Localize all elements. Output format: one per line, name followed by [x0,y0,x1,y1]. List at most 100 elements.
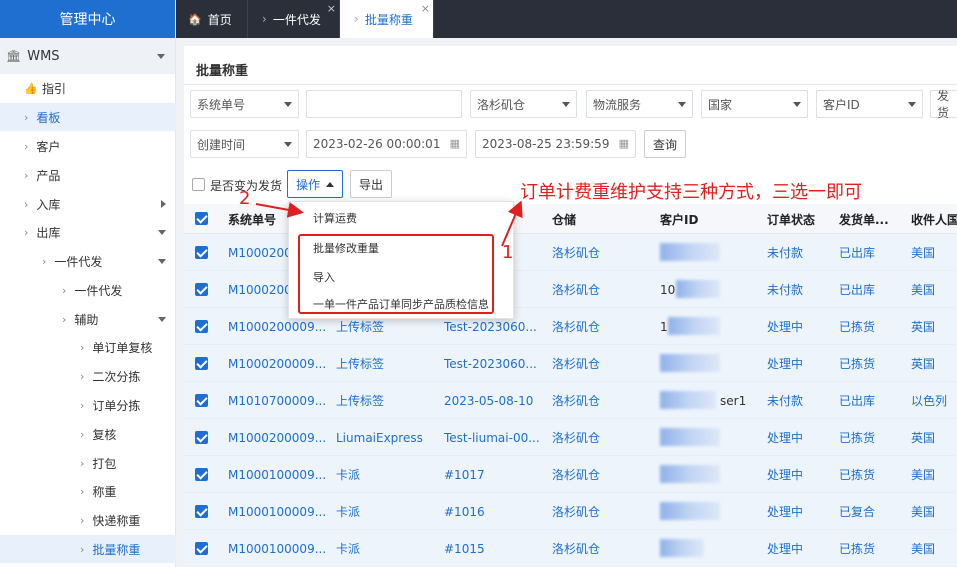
query-button[interactable]: 查询 [644,130,686,158]
cell-sysno[interactable]: M1000200009... [228,345,328,382]
sidebar-item-product[interactable]: › 产品 [0,161,176,189]
cell-receiver-country[interactable]: 美国 [911,234,957,271]
cell-warehouse[interactable]: 洛杉矶仓 [552,234,632,271]
cell-receiver-country[interactable]: 以色列 [911,382,957,419]
col-ship-status[interactable]: 发货单... [839,204,899,234]
cell-order-status[interactable]: 未付款 [767,382,827,419]
logistics-select[interactable]: 物流服务 [586,90,693,118]
cell-receiver-country[interactable]: 英国 [911,308,957,345]
sidebar-item-guide[interactable]: 👍 指引 [0,74,176,102]
operate-button[interactable]: 操作 [287,170,343,198]
cell-ref[interactable]: #1016 [444,493,544,530]
sidebar-item-batch-weigh[interactable]: › 批量称重 [0,535,176,563]
warehouse-select[interactable]: 洛杉矶仓 [470,90,577,118]
cell-warehouse[interactable]: 洛杉矶仓 [552,308,632,345]
row-checkbox[interactable] [195,505,208,518]
time-type-select[interactable]: 创建时间 [190,130,299,158]
col-receiver-country[interactable]: 收件人国家 [911,204,957,234]
table-row[interactable]: M1000200009... 上传标签 Test-2023060... 洛杉矶仓 处理中… [184,345,957,382]
cell-order-status[interactable]: 处理中 [767,419,827,456]
cell-order-status[interactable]: 处理中 [767,493,827,530]
sidebar-section-wms[interactable]: 🏛 WMS [0,38,175,74]
close-icon[interactable]: × [421,2,430,15]
sidebar-item-dropship[interactable]: › 一件代发 [0,276,176,304]
sidebar-item-weigh[interactable]: › 称重 [0,477,176,505]
ship-toggle-checkbox[interactable] [192,178,205,191]
cell-ref[interactable]: Test-liumai-00... [444,419,544,456]
sidebar-item-order-sort[interactable]: › 订单分拣 [0,391,176,419]
table-row[interactable]: M1000100009... 卡派 #1015 洛杉矶仓 处理中 已拣货 美国 [184,530,957,567]
cell-sysno[interactable]: M1000200009... [228,419,328,456]
cell-ship-status[interactable]: 已拣货 [839,530,899,567]
cell-logistics[interactable]: 卡派 [336,530,436,567]
sidebar-item-outbound[interactable]: › 出库 [0,218,176,246]
cell-ship-status[interactable]: 已出库 [839,271,899,308]
table-row[interactable]: M1000100009... 卡派 #1016 洛杉矶仓 处理中 已复合 美国 [184,493,957,530]
cell-sysno[interactable]: M1010700009... [228,382,328,419]
cell-receiver-country[interactable]: 英国 [911,345,957,382]
cell-ship-status[interactable]: 已拣货 [839,419,899,456]
table-row[interactable]: M1000200009... LiumaiExpress Test-liumai-0… [184,419,957,456]
tab-home[interactable]: 🏠 首页 [176,0,248,38]
cell-receiver-country[interactable]: 美国 [911,456,957,493]
cell-sysno[interactable]: M1000100009... [228,493,328,530]
cell-sysno[interactable]: M1000100009... [228,530,328,567]
cell-order-status[interactable]: 未付款 [767,271,827,308]
table-row[interactable]: M1010700009... 上传标签 2023-05-08-10 洛杉矶仓 ser1 未… [184,382,957,419]
row-checkbox[interactable] [195,468,208,481]
row-checkbox[interactable] [195,283,208,296]
ship-select[interactable]: 发货 [930,89,957,120]
tab-dropship[interactable]: › 一件代发 × [248,0,340,38]
field-select[interactable]: 系统单号 [190,90,299,118]
sidebar-item-pack[interactable]: › 打包 [0,449,176,477]
cell-ref[interactable]: #1017 [444,456,544,493]
cell-logistics[interactable]: LiumaiExpress [336,419,436,456]
sidebar-item-second-sort[interactable]: › 二次分拣 [0,362,176,390]
cell-ref[interactable]: Test-2023060... [444,345,544,382]
cell-logistics[interactable]: 上传标签 [336,382,436,419]
row-checkbox[interactable] [195,394,208,407]
tab-batch-weigh[interactable]: › 批量称重 × [340,0,434,38]
row-checkbox[interactable] [195,357,208,370]
sidebar-item-board[interactable]: › 看板 [0,103,176,131]
select-all-checkbox[interactable] [195,212,208,225]
cell-ref[interactable]: 2023-05-08-10 [444,382,544,419]
start-time-input[interactable]: 2023-02-26 00:00:01 ▦ [306,130,467,158]
cell-order-status[interactable]: 处理中 [767,308,827,345]
cell-order-status[interactable]: 处理中 [767,530,827,567]
cell-ship-status[interactable]: 已拣货 [839,308,899,345]
sidebar-item-inbound[interactable]: › 入库 [0,190,176,218]
cell-sysno[interactable]: M1000100009... [228,456,328,493]
cell-ship-status[interactable]: 已拣货 [839,345,899,382]
country-select[interactable]: 国家 [701,90,808,118]
cell-ship-status[interactable]: 已出库 [839,234,899,271]
col-warehouse[interactable]: 仓储 [552,204,632,234]
customer-id-select[interactable]: 客户ID [816,90,923,118]
cell-logistics[interactable]: 卡派 [336,456,436,493]
close-icon[interactable]: × [327,2,336,15]
cell-ship-status[interactable]: 已出库 [839,382,899,419]
row-checkbox[interactable] [195,320,208,333]
end-time-input[interactable]: 2023-08-25 23:59:59 ▦ [475,130,636,158]
col-customer-id[interactable]: 客户ID [660,204,740,234]
cell-warehouse[interactable]: 洛杉矶仓 [552,271,632,308]
row-checkbox[interactable] [195,431,208,444]
sidebar-item-review[interactable]: › 复核 [0,420,176,448]
sidebar-item-aux[interactable]: › 辅助 [0,305,176,333]
cell-warehouse[interactable]: 洛杉矶仓 [552,382,632,419]
cell-ship-status[interactable]: 已复合 [839,493,899,530]
cell-receiver-country[interactable]: 美国 [911,271,957,308]
cell-receiver-country[interactable]: 美国 [911,530,957,567]
cell-warehouse[interactable]: 洛杉矶仓 [552,345,632,382]
cell-order-status[interactable]: 处理中 [767,456,827,493]
cell-warehouse[interactable]: 洛杉矶仓 [552,419,632,456]
cell-warehouse[interactable]: 洛杉矶仓 [552,456,632,493]
sidebar-item-customer[interactable]: › 客户 [0,132,176,160]
cell-order-status[interactable]: 处理中 [767,345,827,382]
cell-warehouse[interactable]: 洛杉矶仓 [552,493,632,530]
export-button[interactable]: 导出 [350,170,392,198]
cell-order-status[interactable]: 未付款 [767,234,827,271]
cell-receiver-country[interactable]: 美国 [911,493,957,530]
row-checkbox[interactable] [195,542,208,555]
cell-ship-status[interactable]: 已拣货 [839,456,899,493]
